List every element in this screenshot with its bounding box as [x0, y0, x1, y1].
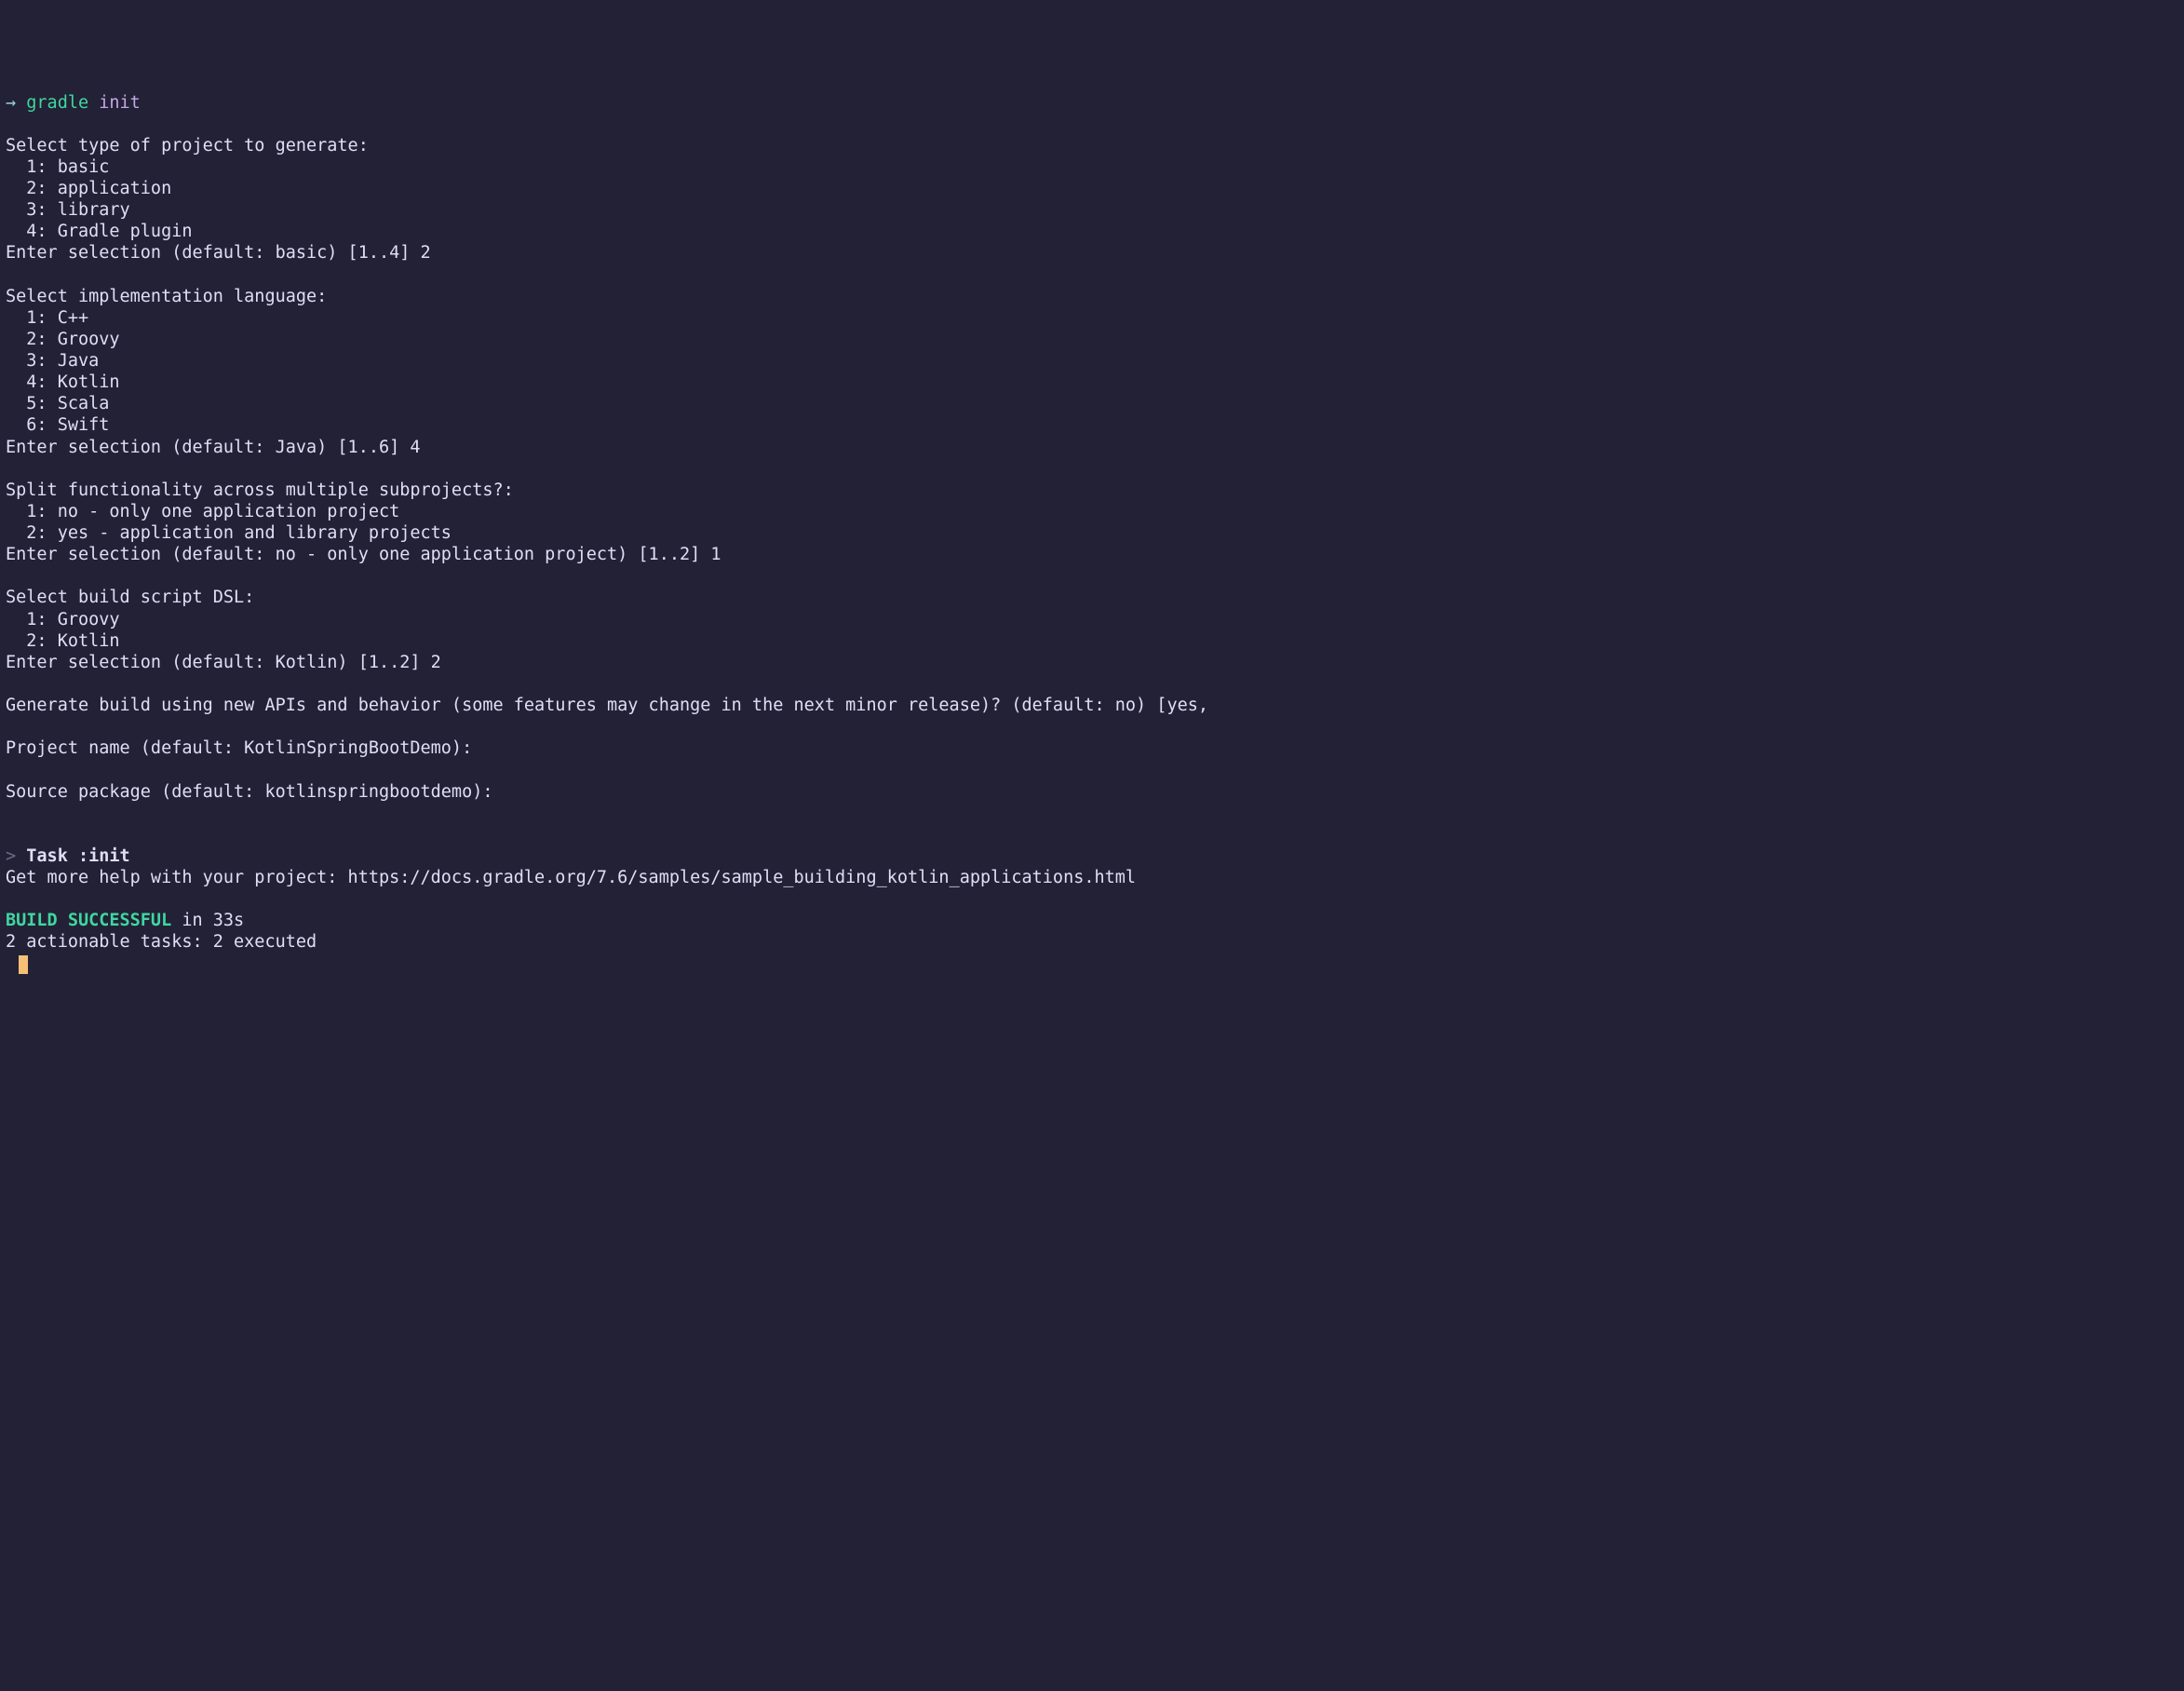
q3-opt2: 2: yes - application and library project… [6, 523, 452, 543]
q2-prompt: Select implementation language: [6, 287, 327, 306]
q1-opt4: 4: Gradle plugin [6, 222, 192, 241]
task-label: Task :init [26, 846, 129, 866]
build-status: BUILD SUCCESSFUL [6, 911, 171, 930]
q2-opt6: 6: Swift [6, 415, 109, 435]
q4-opt2: 2: Kotlin [6, 631, 120, 651]
prompt-arrow-icon: → [6, 93, 16, 113]
q2-opt1: 1: C++ [6, 308, 88, 328]
cursor-icon [19, 955, 28, 974]
q1-entry: Enter selection (default: basic) [1..4] … [6, 243, 431, 263]
q4-prompt: Select build script DSL: [6, 588, 254, 607]
q1-prompt: Select type of project to generate: [6, 136, 369, 156]
q2-opt2: 2: Groovy [6, 330, 120, 349]
q7-line: Source package (default: kotlinspringboo… [6, 782, 492, 802]
build-time: in 33s [171, 911, 244, 930]
tasks-line: 2 actionable tasks: 2 executed [6, 932, 317, 952]
q3-opt1: 1: no - only one application project [6, 502, 399, 521]
q3-entry: Enter selection (default: no - only one … [6, 545, 721, 564]
q2-opt3: 3: Java [6, 351, 99, 371]
q1-opt2: 2: application [6, 179, 171, 198]
q1-opt1: 1: basic [6, 157, 109, 177]
q2-opt5: 5: Scala [6, 394, 109, 413]
command-name: gradle [26, 93, 88, 113]
q4-entry: Enter selection (default: Kotlin) [1..2]… [6, 653, 441, 672]
command-arg: init [99, 93, 141, 113]
q2-entry: Enter selection (default: Java) [1..6] 4 [6, 438, 421, 457]
q6-line: Project name (default: KotlinSpringBootD… [6, 738, 472, 758]
q2-opt4: 4: Kotlin [6, 372, 120, 392]
q4-opt1: 1: Groovy [6, 610, 120, 629]
help-line: Get more help with your project: https:/… [6, 868, 1136, 887]
q1-opt3: 3: library [6, 200, 130, 220]
q5-line: Generate build using new APIs and behavi… [6, 696, 1208, 715]
q3-prompt: Split functionality across multiple subp… [6, 480, 514, 500]
terminal-output[interactable]: → gradle init Select type of project to … [6, 92, 1139, 975]
task-gt-icon: > [6, 846, 16, 866]
